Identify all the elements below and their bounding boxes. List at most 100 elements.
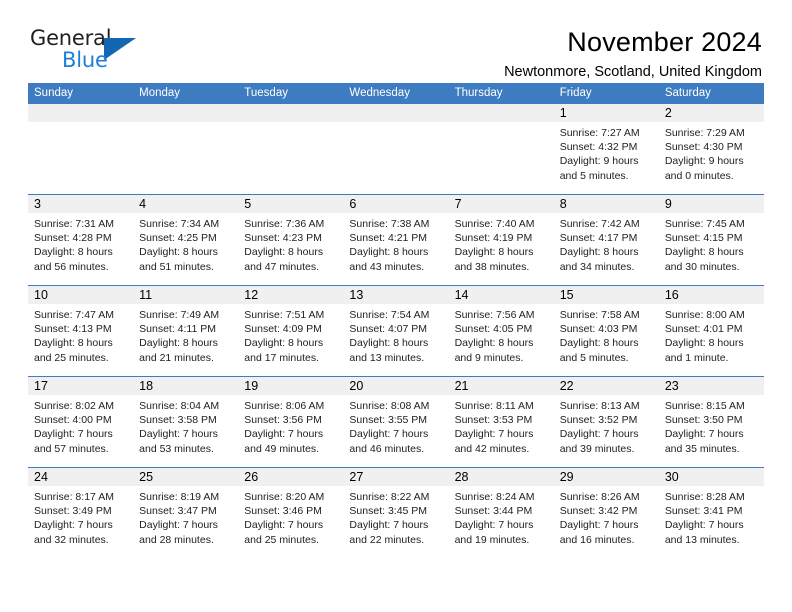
- day-info-line: Daylight: 9 hours: [664, 155, 744, 168]
- day-info-line: and 0 minutes.: [664, 169, 734, 182]
- day-cell[interactable]: Sunrise: 7:54 AM Sunset: 4:07 PM Daylight:…: [343, 304, 448, 376]
- day-cell[interactable]: Sunrise: 7:56 AM Sunset: 4:05 PM Daylight:…: [449, 304, 554, 376]
- day-info-line: Daylight: 8 hours: [454, 337, 534, 350]
- day-number[interactable]: 26: [238, 468, 343, 486]
- day-info-line: and 13 minutes.: [349, 351, 425, 364]
- calendar-grid: Sunday Monday Tuesday Wednesday Thursday Frid…: [28, 83, 764, 558]
- day-cell[interactable]: Sunrise: 8:26 AM Sunset: 3:42 PM Daylight:…: [554, 486, 659, 558]
- day-cell[interactable]: Sunrise: 8:11 AM Sunset: 3:53 PM Daylight:…: [449, 395, 554, 467]
- day-number[interactable]: 10: [28, 286, 133, 304]
- day-number[interactable]: 18: [133, 377, 238, 395]
- day-number[interactable]: 11: [133, 286, 238, 304]
- day-cell[interactable]: Sunrise: 8:17 AM Sunset: 3:49 PM Daylight:…: [28, 486, 133, 558]
- day-info-line: Daylight: 7 hours: [244, 428, 324, 441]
- day-number[interactable]: 22: [554, 377, 659, 395]
- day-cell[interactable]: Sunrise: 7:47 AM Sunset: 4:13 PM Daylight:…: [28, 304, 133, 376]
- day-number[interactable]: 23: [659, 377, 764, 395]
- day-number[interactable]: 1: [554, 104, 659, 122]
- day-number[interactable]: 17: [28, 377, 133, 395]
- day-number[interactable]: 12: [238, 286, 343, 304]
- day-number[interactable]: 21: [449, 377, 554, 395]
- day-cell[interactable]: Sunrise: 7:27 AM Sunset: 4:32 PM Daylight:…: [554, 122, 659, 194]
- day-info-line: Sunset: 4:17 PM: [559, 232, 638, 245]
- day-cell[interactable]: Sunrise: 7:42 AM Sunset: 4:17 PM Daylight:…: [554, 213, 659, 285]
- day-cell[interactable]: Sunrise: 7:51 AM Sunset: 4:09 PM Daylight:…: [238, 304, 343, 376]
- day-info-line: Sunrise: 7:34 AM: [139, 218, 220, 230]
- day-number[interactable]: 4: [133, 195, 238, 213]
- day-info-line: Sunset: 4:13 PM: [34, 323, 112, 336]
- day-cell[interactable]: Sunrise: 8:19 AM Sunset: 3:47 PM Daylight:…: [133, 486, 238, 558]
- day-number[interactable]: 5: [238, 195, 343, 213]
- day-cell[interactable]: Sunrise: 8:24 AM Sunset: 3:44 PM Daylight:…: [449, 486, 554, 558]
- day-info-line: and 49 minutes.: [244, 442, 319, 455]
- day-info-line: Sunset: 4:30 PM: [664, 141, 743, 154]
- day-number[interactable]: 6: [343, 195, 448, 213]
- day-number[interactable]: 14: [449, 286, 554, 304]
- day-info-line: Sunset: 4:09 PM: [244, 323, 322, 336]
- day-cell[interactable]: Sunrise: 8:08 AM Sunset: 3:55 PM Daylight:…: [343, 395, 448, 467]
- day-cell[interactable]: Sunrise: 8:00 AM Sunset: 4:01 PM Daylight:…: [659, 304, 764, 376]
- day-info-line: Sunset: 4:19 PM: [454, 232, 533, 245]
- day-number[interactable]: 8: [554, 195, 659, 213]
- day-cell[interactable]: Sunrise: 7:58 AM Sunset: 4:03 PM Daylight:…: [554, 304, 659, 376]
- day-info-line: Daylight: 8 hours: [244, 337, 324, 350]
- day-info-line: Sunrise: 8:20 AM: [244, 491, 325, 503]
- logo-text-general: General: [30, 26, 112, 50]
- day-info-line: and 47 minutes.: [244, 260, 319, 273]
- day-number[interactable]: 25: [133, 468, 238, 486]
- location-subtitle: Newtonmore, Scotland, United Kingdom: [504, 64, 762, 80]
- day-cell[interactable]: Sunrise: 7:31 AM Sunset: 4:28 PM Daylight:…: [28, 213, 133, 285]
- date-number-band: 17 18 19 20 21 22 23: [28, 377, 764, 395]
- day-number[interactable]: 29: [554, 468, 659, 486]
- day-info-line: Daylight: 7 hours: [664, 428, 744, 441]
- day-info-line: Daylight: 7 hours: [559, 428, 639, 441]
- day-cell[interactable]: Sunrise: 7:29 AM Sunset: 4:30 PM Daylight:…: [659, 122, 764, 194]
- day-number[interactable]: 3: [28, 195, 133, 213]
- day-number[interactable]: 15: [554, 286, 659, 304]
- day-cell[interactable]: Sunrise: 7:38 AM Sunset: 4:21 PM Daylight:…: [343, 213, 448, 285]
- day-number[interactable]: 2: [659, 104, 764, 122]
- day-info-line: Daylight: 8 hours: [454, 246, 534, 259]
- day-cell[interactable]: Sunrise: 7:34 AM Sunset: 4:25 PM Daylight:…: [133, 213, 238, 285]
- day-cell[interactable]: Sunrise: 8:02 AM Sunset: 4:00 PM Daylight:…: [28, 395, 133, 467]
- day-number[interactable]: 7: [449, 195, 554, 213]
- day-info-line: Sunset: 4:28 PM: [34, 232, 112, 245]
- day-number[interactable]: 13: [343, 286, 448, 304]
- day-info-line: Sunrise: 8:17 AM: [34, 491, 114, 503]
- day-info-line: and 1 minute.: [664, 351, 729, 364]
- day-cell[interactable]: Sunrise: 8:22 AM Sunset: 3:45 PM Daylight:…: [343, 486, 448, 558]
- day-number[interactable]: 20: [343, 377, 448, 395]
- day-cell[interactable]: Sunrise: 8:13 AM Sunset: 3:52 PM Daylight:…: [554, 395, 659, 467]
- day-info-line: and 43 minutes.: [349, 260, 425, 273]
- day-info-line: Sunrise: 8:13 AM: [559, 400, 640, 412]
- generalblue-logo[interactable]: General Blue: [30, 26, 148, 76]
- day-cell[interactable]: Sunrise: 7:40 AM Sunset: 4:19 PM Daylight:…: [449, 213, 554, 285]
- day-cell[interactable]: Sunrise: 7:49 AM Sunset: 4:11 PM Daylight:…: [133, 304, 238, 376]
- day-cell[interactable]: Sunrise: 8:06 AM Sunset: 3:56 PM Daylight:…: [238, 395, 343, 467]
- day-info-line: Daylight: 7 hours: [664, 519, 744, 532]
- day-number[interactable]: 16: [659, 286, 764, 304]
- date-number-band: 10 11 12 13 14 15 16: [28, 286, 764, 304]
- day-info-line: Sunset: 3:47 PM: [139, 505, 217, 518]
- day-number[interactable]: 19: [238, 377, 343, 395]
- day-number[interactable]: 24: [28, 468, 133, 486]
- day-info-line: and 5 minutes.: [559, 351, 629, 364]
- day-cell[interactable]: Sunrise: 8:20 AM Sunset: 3:46 PM Daylight:…: [238, 486, 343, 558]
- day-info-line: Sunset: 3:50 PM: [664, 414, 743, 427]
- day-number[interactable]: 30: [659, 468, 764, 486]
- day-info-line: Sunrise: 7:38 AM: [349, 218, 430, 230]
- day-info-line: Sunset: 3:49 PM: [34, 505, 112, 518]
- day-cell[interactable]: Sunrise: 7:36 AM Sunset: 4:23 PM Daylight:…: [238, 213, 343, 285]
- day-info-line: Sunset: 4:23 PM: [244, 232, 322, 245]
- day-cell[interactable]: Sunrise: 7:45 AM Sunset: 4:15 PM Daylight:…: [659, 213, 764, 285]
- day-number[interactable]: 9: [659, 195, 764, 213]
- day-cell[interactable]: Sunrise: 8:15 AM Sunset: 3:50 PM Daylight:…: [659, 395, 764, 467]
- day-number[interactable]: 27: [343, 468, 448, 486]
- day-info-line: Sunrise: 7:54 AM: [349, 309, 430, 321]
- day-info-line: and 16 minutes.: [559, 533, 635, 546]
- day-cell[interactable]: Sunrise: 8:04 AM Sunset: 3:58 PM Daylight:…: [133, 395, 238, 467]
- empty-day-number: [28, 104, 133, 122]
- logo-text-blue: Blue: [62, 48, 108, 72]
- day-number[interactable]: 28: [449, 468, 554, 486]
- day-cell[interactable]: Sunrise: 8:28 AM Sunset: 3:41 PM Daylight:…: [659, 486, 764, 558]
